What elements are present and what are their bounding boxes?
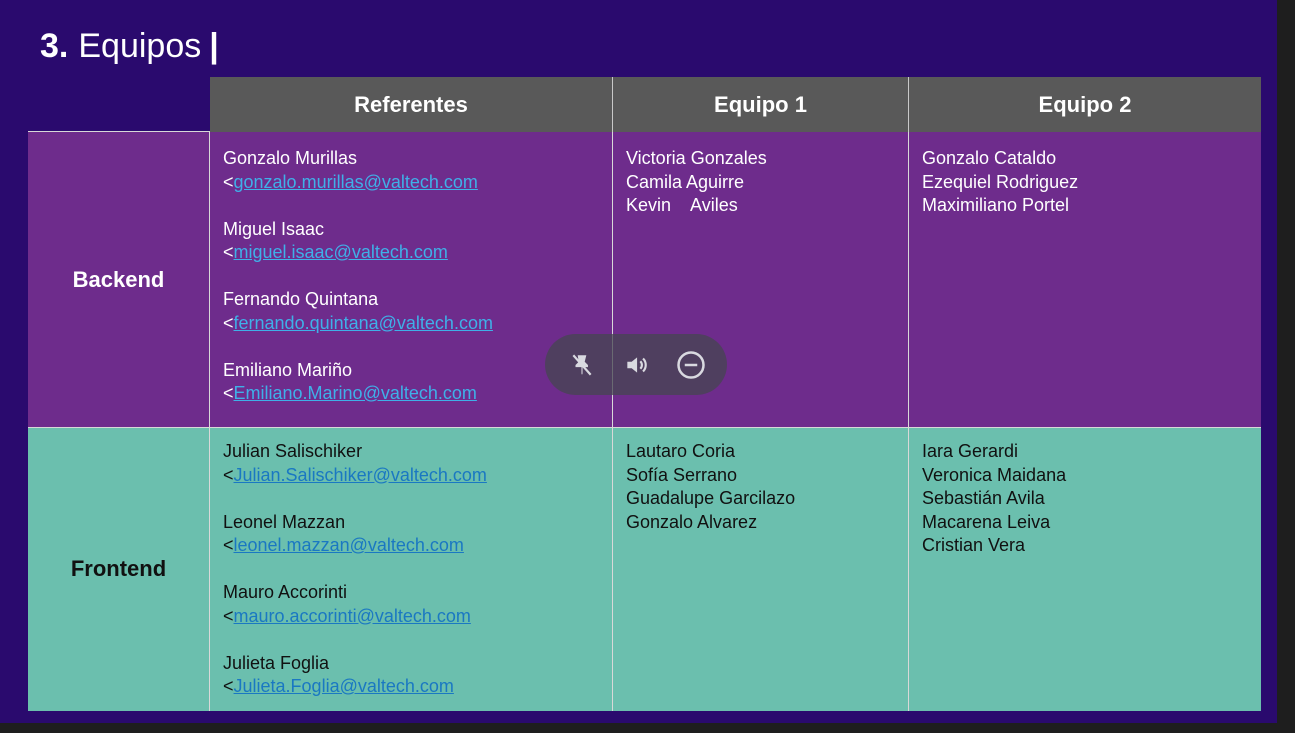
row-label-frontend: Frontend [28, 427, 210, 711]
team-member: Victoria Gonzales [626, 148, 767, 168]
team-member: Macarena Leiva [922, 511, 1051, 532]
referente-name: Julieta Foglia [223, 652, 330, 673]
referente-name: Leonel Mazzan [223, 511, 346, 532]
email-prefix: < [223, 464, 234, 485]
email-link[interactable]: leonel.mazzan@valtech.com [234, 535, 464, 555]
cell-backend-equipo-2: Gonzalo Cataldo Ezequiel Rodriguez Maximil… [909, 132, 1261, 427]
team-member: Maximiliano Portel [922, 195, 1070, 215]
referente-name: Miguel Isaac [223, 218, 325, 239]
referente-entry: Julieta Foglia <Julieta.Foglia@valtech.co… [223, 652, 599, 699]
referente-name: Emiliano Mariño [223, 359, 353, 380]
team-member: Cristian Vera [922, 535, 1026, 555]
referente-entry: Fernando Quintana <fernando.quintana@valt… [223, 288, 599, 335]
email-link[interactable]: Julieta.Foglia@valtech.com [234, 676, 454, 696]
team-member: Sofía Serrano [626, 464, 738, 485]
divider [28, 427, 1261, 428]
cell-frontend-equipo-1: Lautaro Coria Sofía Serrano Guadalupe Garc… [613, 427, 909, 711]
media-control-bar [545, 334, 727, 395]
referente-email: <Julieta.Foglia@valtech.com [223, 675, 599, 699]
slide-number: 3. [40, 27, 69, 65]
team-member: Guadalupe Garcilazo [626, 488, 796, 508]
email-link[interactable]: Julian.Salischiker@valtech.com [234, 465, 487, 485]
team-member: Lautaro Coria [626, 441, 736, 461]
referente-email: <leonel.mazzan@valtech.com [223, 534, 599, 558]
team-member: Sebastián Avila [922, 488, 1045, 508]
referente-entry: Miguel Isaac <miguel.isaac@valtech.com [223, 218, 599, 265]
minus-circle-icon [676, 350, 705, 379]
referente-entry: Leonel Mazzan <leonel.mazzan@valtech.com [223, 511, 599, 558]
header-equipo-1: Equipo 1 [613, 77, 909, 132]
referente-name: Gonzalo Murillas [223, 148, 358, 168]
slide: 3. Equipos | Referentes Equipo 1 Equipo 2 … [0, 0, 1277, 723]
team-member: Gonzalo Alvarez [626, 511, 758, 532]
team-member: Kevin Aviles [626, 195, 738, 215]
referente-entry: Emiliano Mariño <Emiliano.Marino@valtech.… [223, 359, 599, 406]
email-link[interactable]: mauro.accorinti@valtech.com [234, 606, 471, 626]
email-prefix: < [223, 312, 234, 333]
row-label-backend: Backend [28, 132, 210, 427]
unpin-icon [572, 354, 591, 375]
team-member: Gonzalo Cataldo [922, 148, 1057, 168]
email-link[interactable]: Emiliano.Marino@valtech.com [234, 383, 477, 403]
email-link[interactable]: gonzalo.murillas@valtech.com [234, 172, 478, 192]
volume-button[interactable] [618, 347, 654, 383]
email-prefix: < [223, 171, 234, 192]
team-member: Iara Gerardi [922, 441, 1019, 461]
referente-name: Julian Salischiker [223, 441, 363, 461]
referente-email: <miguel.isaac@valtech.com [223, 241, 599, 265]
email-prefix: < [223, 383, 234, 403]
volume-icon [627, 356, 647, 373]
referente-email: <fernando.quintana@valtech.com [223, 312, 599, 336]
referente-email: <Julian.Salischiker@valtech.com [223, 464, 599, 488]
email-prefix: < [223, 242, 234, 262]
slide-title: 3. Equipos | [40, 26, 219, 66]
referente-name: Mauro Accorinti [223, 582, 348, 602]
referente-email: <mauro.accorinti@valtech.com [223, 605, 599, 629]
header-equipo-2: Equipo 2 [909, 77, 1261, 132]
team-member: Camila Aguirre [626, 171, 745, 192]
email-link[interactable]: miguel.isaac@valtech.com [234, 242, 448, 262]
email-link[interactable]: fernando.quintana@valtech.com [234, 313, 493, 333]
team-member: Ezequiel Rodriguez [922, 171, 1079, 192]
minimize-button[interactable] [673, 347, 709, 383]
text-cursor: | [209, 27, 219, 65]
email-prefix: < [223, 605, 234, 626]
referente-email: <Emiliano.Marino@valtech.com [223, 382, 599, 406]
team-member: Veronica Maidana [922, 464, 1067, 485]
email-prefix: < [223, 535, 234, 555]
referente-entry: Julian Salischiker <Julian.Salischiker@va… [223, 440, 599, 487]
referente-entry: Gonzalo Murillas <gonzalo.murillas@valtec… [223, 147, 599, 194]
referente-name: Fernando Quintana [223, 289, 379, 309]
slide-title-text: Equipos [78, 27, 202, 65]
header-referentes: Referentes [210, 77, 613, 132]
divider [28, 131, 210, 132]
referente-entry: Mauro Accorinti <mauro.accorinti@valtech.… [223, 581, 599, 628]
cell-frontend-referentes: Julian Salischiker <Julian.Salischiker@va… [210, 427, 613, 711]
unpin-button[interactable] [564, 347, 600, 383]
email-prefix: < [223, 676, 234, 696]
cell-frontend-equipo-2: Iara Gerardi Veronica Maidana Sebastián Av… [909, 427, 1261, 711]
referente-email: <gonzalo.murillas@valtech.com [223, 171, 599, 195]
